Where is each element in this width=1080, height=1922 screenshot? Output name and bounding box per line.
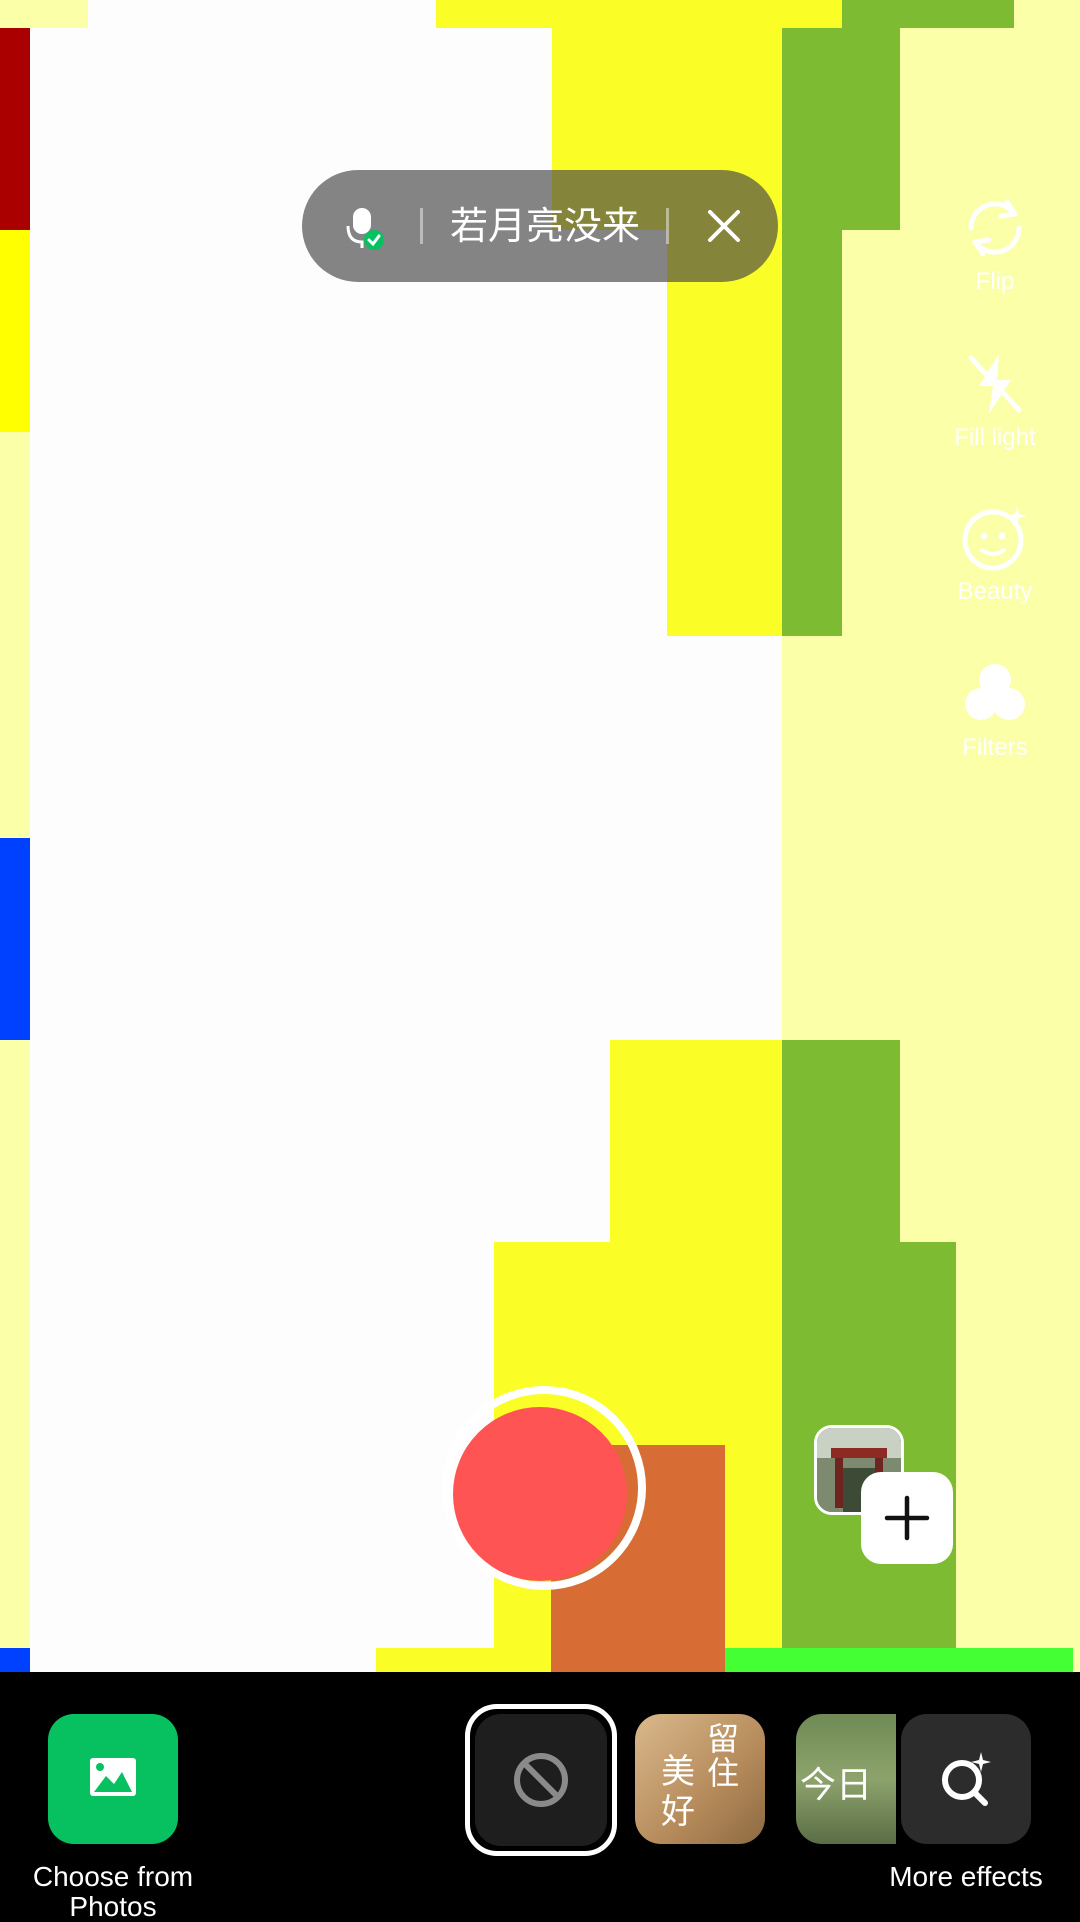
- flash-off-icon: [968, 354, 1022, 414]
- fill-light-button[interactable]: Fill light: [940, 346, 1050, 452]
- more-effects-button[interactable]: [901, 1714, 1031, 1844]
- mic-check-icon: [342, 204, 390, 252]
- filters-button[interactable]: Filters: [940, 656, 1050, 762]
- effect-2-text: 今日: [800, 1765, 873, 1806]
- beauty-button[interactable]: Beauty: [940, 500, 1050, 606]
- pill-divider-right: [666, 208, 669, 244]
- choose-from-photos-label: Choose from Photos: [32, 1861, 194, 1922]
- pill-divider-left: [420, 208, 423, 244]
- record-button[interactable]: [453, 1407, 627, 1581]
- flip-button[interactable]: Flip: [940, 190, 1050, 296]
- image-icon: [90, 1758, 136, 1796]
- effect-thumbnail-1[interactable]: 留住 美好: [635, 1714, 765, 1844]
- more-effects-label: More effects: [889, 1861, 1043, 1892]
- music-title: 若月亮没来: [450, 204, 641, 248]
- plus-icon: [884, 1495, 930, 1541]
- beauty-face-icon: [962, 506, 1027, 571]
- beauty-label: Beauty: [957, 578, 1033, 605]
- fill-light-label: Fill light: [954, 424, 1036, 451]
- flip-label: Flip: [975, 268, 1015, 295]
- close-icon[interactable]: [698, 200, 750, 252]
- effect-1-text-b: 美好: [661, 1752, 695, 1832]
- filters-icon: [965, 664, 1025, 720]
- filters-label: Filters: [962, 734, 1028, 761]
- no-effect-button[interactable]: [475, 1714, 607, 1846]
- choose-from-photos-button[interactable]: [48, 1714, 178, 1844]
- add-button[interactable]: [861, 1472, 953, 1564]
- no-effect-icon: [514, 1753, 568, 1807]
- search-sparkle-icon: [942, 1752, 991, 1806]
- effect-1-text-a: 留住: [707, 1720, 740, 1792]
- music-pill[interactable]: 若月亮没来: [302, 170, 778, 282]
- flip-camera-icon: [968, 199, 1022, 257]
- effect-thumbnail-2[interactable]: 今日: [796, 1714, 896, 1844]
